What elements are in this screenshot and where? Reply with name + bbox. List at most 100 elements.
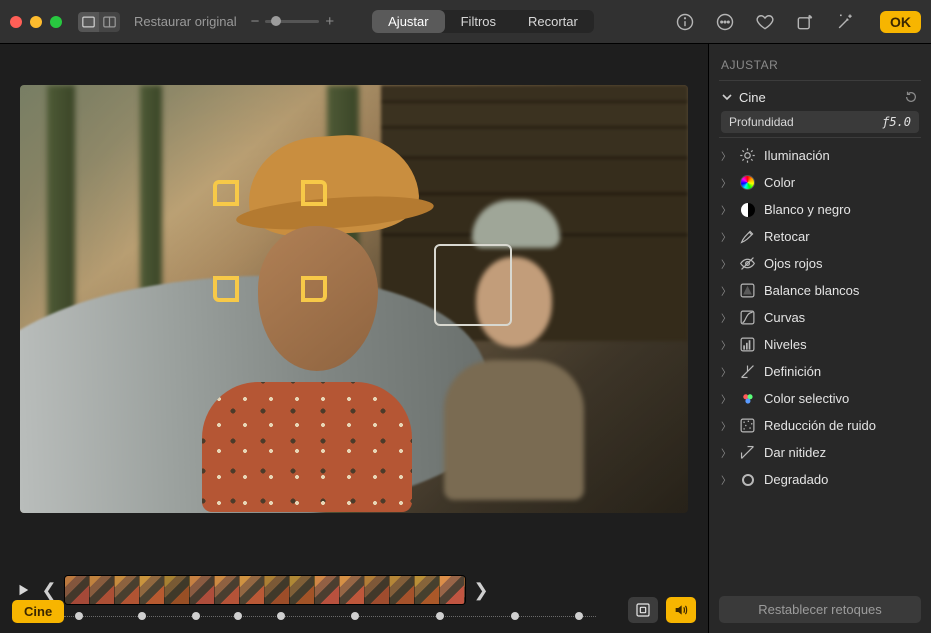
sharpen-icon [739, 444, 756, 461]
cinematic-mode-button[interactable]: Cine [12, 600, 64, 623]
cinematic-label: Cine [739, 90, 766, 105]
edit-mode-tabs: Ajustar Filtros Recortar [372, 10, 594, 33]
chevron-right-icon: 〉 [721, 256, 731, 271]
filmstrip-thumb[interactable] [240, 576, 265, 604]
media-viewer[interactable] [0, 44, 708, 545]
chevron-right-icon: 〉 [721, 175, 731, 190]
filmstrip-thumb[interactable] [415, 576, 440, 604]
filmstrip-thumb[interactable] [115, 576, 140, 604]
filmstrip-thumb[interactable] [65, 576, 90, 604]
adjustment-sharpen[interactable]: 〉Dar nitidez [719, 439, 921, 466]
chevron-down-icon[interactable] [721, 91, 733, 103]
audio-button[interactable] [666, 597, 696, 623]
adjustment-label: Iluminación [764, 148, 919, 163]
focus-keyframe-dot[interactable] [138, 612, 146, 620]
redeye-icon [739, 255, 756, 272]
selcolor-icon [739, 390, 756, 407]
adjustment-light[interactable]: 〉 Iluminación [719, 142, 921, 169]
zoom-in-button[interactable]: + [325, 13, 334, 30]
filmstrip-thumb[interactable] [390, 576, 415, 604]
adjustment-levels[interactable]: 〉Niveles [719, 331, 921, 358]
chevron-right-icon: 〉 [721, 202, 731, 217]
focus-keyframe-dot[interactable] [277, 612, 285, 620]
adjustment-label: Niveles [764, 337, 919, 352]
focus-keyframe-dot[interactable] [192, 612, 200, 620]
focus-keyframe-dot[interactable] [234, 612, 242, 620]
filmstrip-thumb[interactable] [190, 576, 215, 604]
tab-adjust[interactable]: Ajustar [372, 10, 444, 33]
revert-original-button[interactable]: Restaurar original [128, 12, 243, 31]
info-icon[interactable] [674, 11, 696, 33]
depth-label: Profundidad [729, 115, 794, 129]
focus-keyframe-track[interactable] [64, 611, 596, 623]
tab-filters[interactable]: Filtros [445, 10, 512, 33]
filmstrip-thumb[interactable] [340, 576, 365, 604]
focus-keyframe-dot[interactable] [75, 612, 83, 620]
curves-icon [739, 309, 756, 326]
zoom-slider[interactable] [265, 20, 319, 23]
focus-keyframe-dot[interactable] [351, 612, 359, 620]
chevron-right-icon: 〉 [721, 364, 731, 379]
adjustment-retouch[interactable]: 〉Retocar [719, 223, 921, 250]
filmstrip-thumb[interactable] [365, 576, 390, 604]
adjust-sidebar: AJUSTAR Cine Profundidad ƒ5.0 〉Iluminaci… [708, 44, 931, 633]
focus-keyframe-dot[interactable] [436, 612, 444, 620]
color-icon [739, 174, 756, 191]
toolbar-actions: OK [674, 11, 921, 33]
light-icon [739, 147, 756, 164]
filmstrip-thumb[interactable] [215, 576, 240, 604]
tab-crop[interactable]: Recortar [512, 10, 594, 33]
filmstrip-thumb[interactable] [265, 576, 290, 604]
filmstrip[interactable] [64, 575, 466, 605]
minimize-window-button[interactable] [30, 16, 42, 28]
chevron-right-icon: 〉 [721, 148, 731, 163]
adjustment-noise[interactable]: 〉Reducción de ruido [719, 412, 921, 439]
close-window-button[interactable] [10, 16, 22, 28]
filmstrip-thumb[interactable] [140, 576, 165, 604]
focus-lock-button[interactable] [628, 597, 658, 623]
maximize-window-button[interactable] [50, 16, 62, 28]
rotate-icon[interactable] [794, 11, 816, 33]
filmstrip-thumb[interactable] [165, 576, 190, 604]
focus-keyframe-dot[interactable] [511, 612, 519, 620]
chevron-right-icon: 〉 [721, 472, 731, 487]
adjustment-label: Degradado [764, 472, 919, 487]
view-mode-toggle [78, 12, 120, 32]
definition-icon [739, 363, 756, 380]
single-view-button[interactable] [78, 12, 99, 32]
adjustment-label: Color [764, 175, 919, 190]
adjustment-definition[interactable]: 〉Definición [719, 358, 921, 385]
adjustment-wb[interactable]: 〉Balance blancos [719, 277, 921, 304]
more-icon[interactable] [714, 11, 736, 33]
titlebar: Restaurar original − + Ajustar Filtros R… [0, 0, 931, 44]
reset-adjustments-button[interactable]: Restablecer retoques [719, 596, 921, 623]
adjustment-curves[interactable]: 〉Curvas [719, 304, 921, 331]
zoom-out-button[interactable]: − [251, 13, 260, 30]
wb-icon [739, 282, 756, 299]
chevron-right-icon: 〉 [721, 229, 731, 244]
filmstrip-thumb[interactable] [440, 576, 465, 604]
depth-value: ƒ5.0 [882, 115, 911, 129]
depth-row[interactable]: Profundidad ƒ5.0 [721, 111, 919, 133]
filmstrip-thumb[interactable] [315, 576, 340, 604]
auto-enhance-icon[interactable] [834, 11, 856, 33]
adjustment-redeye[interactable]: 〉Ojos rojos [719, 250, 921, 277]
done-button[interactable]: OK [880, 11, 921, 33]
play-button[interactable] [12, 579, 34, 601]
favorite-icon[interactable] [754, 11, 776, 33]
focus-keyframe-dot[interactable] [575, 612, 583, 620]
adjustment-selcolor[interactable]: 〉Color selectivo [719, 385, 921, 412]
retouch-icon [739, 228, 756, 245]
cinematic-section: Cine Profundidad ƒ5.0 [719, 81, 921, 138]
adjustment-label: Reducción de ruido [764, 418, 919, 433]
compare-view-button[interactable] [99, 12, 120, 32]
levels-icon [739, 336, 756, 353]
adjustment-color[interactable]: 〉 Color [719, 169, 921, 196]
trim-end-handle[interactable]: ❯ [474, 576, 488, 604]
cinematic-reset-icon[interactable] [903, 89, 919, 105]
adjustment-label: Balance blancos [764, 283, 919, 298]
filmstrip-thumb[interactable] [290, 576, 315, 604]
adjustment-vignette[interactable]: 〉 Degradado [719, 466, 921, 493]
adjustment-bw[interactable]: 〉Blanco y negro [719, 196, 921, 223]
filmstrip-thumb[interactable] [90, 576, 115, 604]
